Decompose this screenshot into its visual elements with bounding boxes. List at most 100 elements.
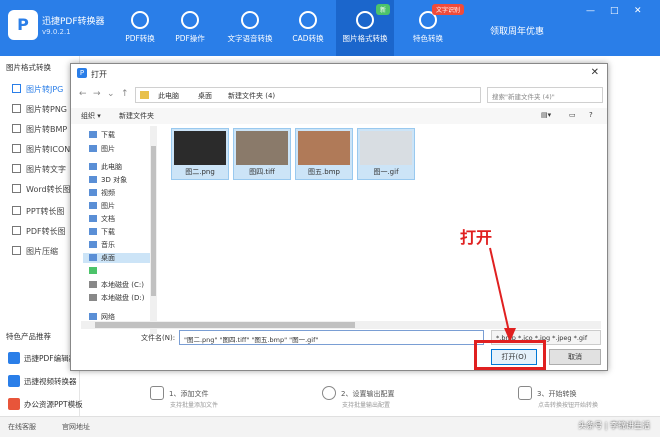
3d-object-icon [89,176,97,183]
command-bar: 组织 ▾ 新建文件夹 ▤▾ ▭ ? [71,108,607,124]
image-icon [12,144,21,153]
disk-icon [89,294,97,301]
sidebar-item-png[interactable]: 图片转PNG [12,104,67,115]
disk-icon [89,281,97,288]
thumbnail [298,131,350,165]
minimize-icon[interactable]: — [586,6,595,16]
sidebar-item-icon[interactable]: 图片转ICON [12,144,70,155]
online-service-link[interactable]: 在线客服 [8,422,36,432]
tree-item[interactable]: 图片 [89,144,115,154]
annotation-arrow [489,247,516,342]
sidebar-title: 图片格式转换 [6,63,51,72]
tree-item[interactable]: 下载 [89,130,115,140]
network-icon [89,313,97,320]
product-pdf-editor[interactable]: 迅捷PDF编辑器 [8,352,76,364]
file-item[interactable]: 图四.tiff [233,128,291,180]
tree-item[interactable]: 文档 [89,214,115,224]
view-icon[interactable]: ▤▾ [541,111,551,119]
tree-item[interactable]: 下载 [89,227,115,237]
tree-scrollbar[interactable] [150,126,157,334]
tree-item[interactable]: 3D 对象 [89,175,127,185]
sidebar-item-compress[interactable]: 图片压缩 [12,246,58,257]
file-item[interactable]: 图五.bmp [295,128,353,180]
preview-icon[interactable]: ▭ [569,111,576,119]
watermark: 头条号 | 李锦讲生活 [578,421,650,430]
music-icon [89,241,97,248]
thumbnail [360,131,412,165]
breadcrumb-desktop[interactable]: 桌面 [198,91,212,101]
nav-tree: 下载 图片 此电脑 3D 对象 视频 图片 文档 下载 音乐 桌面 本地磁盘 (… [79,124,159,324]
sidebar-item-jpg[interactable]: 图片转JPG [12,84,63,95]
new-badge: 新 [376,4,391,15]
up-icon[interactable]: ↑ [121,89,129,99]
document-icon [89,215,97,222]
sidebar-item-pdf-long[interactable]: PDF转长图 [12,226,66,237]
sidebar-item-text[interactable]: 图片转文字 [12,164,66,175]
file-item[interactable]: 图二.png [171,128,229,180]
app-logo: P [77,68,87,78]
filename-input[interactable]: "图二.png" "图四.tiff" "图五.bmp" "图一.gif" [179,330,484,345]
website-link[interactable]: 官网地址 [62,422,90,432]
product-ppt-template[interactable]: 办公资源PPT模板 [8,398,83,410]
step-start-convert: 3、开始转换 点击转换按钮开始转换 [518,386,598,409]
help-icon[interactable]: ? [589,111,593,119]
product-video-converter[interactable]: 迅捷视频转换器 [8,375,77,387]
tab-pdf-convert[interactable]: PDF转换 [112,0,168,56]
close-icon[interactable]: ✕ [634,6,642,16]
step-output-config: 2、设置输出配置 支持批量输出配置 [322,386,394,409]
cancel-button[interactable]: 取消 [549,349,601,365]
dialog-title-bar: P 打开 ✕ [71,64,607,84]
new-folder-button[interactable]: 新建文件夹 [119,111,154,121]
speech-icon [241,11,259,29]
app-logo: P [8,10,38,40]
sidebar-item-bmp[interactable]: 图片转BMP [12,124,67,135]
tree-item-selected[interactable]: 桌面 [83,253,153,263]
download-icon [89,131,97,138]
tree-item[interactable] [89,267,101,275]
file-item[interactable]: 图一.gif [357,128,415,180]
tree-item[interactable]: 本地磁盘 (D:) [89,293,144,303]
app-version: v9.0.2.1 [42,28,71,36]
thumbnail [236,131,288,165]
steps-bar: 1、添加文件 支持批量添加文件 2、设置输出配置 支持批量输出配置 3、开始转换 点击… [110,386,660,416]
add-file-icon [150,386,164,400]
organize-menu[interactable]: 组织 ▾ [81,111,101,121]
picture-icon [89,202,97,209]
breadcrumb-this-pc[interactable]: 此电脑 [158,91,179,101]
ppt-icon [8,398,20,410]
cad-icon [299,11,317,29]
top-bar: P 迅捷PDF转换器 v9.0.2.1 PDF转换 PDF操作 文字语音转换 C… [0,0,660,56]
word-icon [12,184,21,193]
dialog-close-icon[interactable]: ✕ [591,67,599,78]
pdf-icon [12,226,21,235]
back-icon[interactable]: ← [79,89,87,99]
tree-item[interactable]: 此电脑 [89,162,122,172]
tree-item[interactable]: 视频 [89,188,115,198]
image-icon [12,84,21,93]
tree-item[interactable]: 本地磁盘 (C:) [89,280,144,290]
pdf-editor-icon [8,352,20,364]
sidebar-item-word-long[interactable]: Word转长图 [12,184,71,195]
tree-item[interactable]: 音乐 [89,240,115,250]
folder-icon [140,91,149,99]
sidebar-item-ppt-long[interactable]: PPT转长图 [12,206,65,217]
thumbnail [174,131,226,165]
chevron-down-icon[interactable]: ⌄ [107,89,115,99]
tab-text-speech[interactable]: 文字语音转换 [220,0,280,56]
forward-icon[interactable]: → [93,89,101,99]
tab-cad-convert[interactable]: CAD转换 [280,0,336,56]
maximize-icon[interactable]: □ [610,6,619,16]
breadcrumb-folder[interactable]: 新建文件夹 (4) [228,91,275,101]
search-input[interactable]: 搜索"新建文件夹 (4)" [487,87,603,103]
scroll-thumb[interactable] [151,146,156,296]
app-icon [89,267,97,274]
products-title: 特色产品推荐 [6,332,51,341]
tab-pdf-operate[interactable]: PDF操作 [162,0,218,56]
tree-item[interactable]: 图片 [89,201,115,211]
highlight-box [474,340,546,370]
promo-link[interactable]: 领取周年优惠 [490,24,544,37]
app-name: 迅捷PDF转换器 [42,17,105,27]
pdf-operate-icon [181,11,199,29]
address-bar[interactable]: 此电脑 桌面 新建文件夹 (4) [135,87,481,103]
video-icon [8,375,20,387]
